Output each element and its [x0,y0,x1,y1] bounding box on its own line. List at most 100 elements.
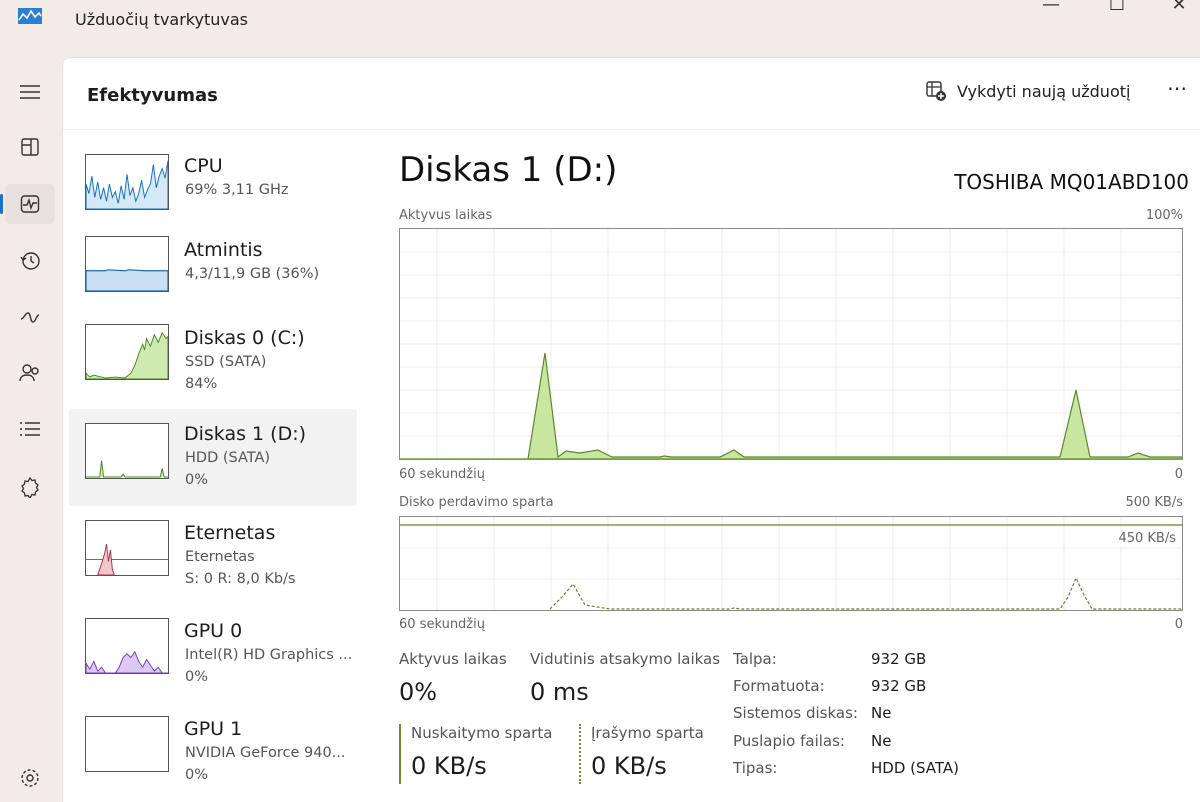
run-new-task-button[interactable]: Vykdyti naują užduotį [925,80,1130,102]
watermark: skelbiu.lt [1023,58,1138,83]
ethernet-thumbnail-graph [85,520,169,576]
device-item-gpu0[interactable]: GPU 0 Intel(R) HD Graphics ... 0% [69,606,357,703]
nav-performance[interactable] [5,184,55,224]
device-item-memory[interactable]: Atmintis 4,3/11,9 GB (36%) [69,226,357,323]
active-time-chart [400,229,1183,460]
services-icon [21,476,39,498]
nav-services[interactable] [5,467,55,507]
disk1-thumbnail-graph [85,423,169,479]
read-speed-value: 0 KB/s [411,752,487,780]
read-speed-marker [399,724,401,784]
nav-startup[interactable] [5,297,55,337]
nav-details[interactable] [5,409,55,449]
active-time-value: 0% [399,678,438,706]
prop-value: HDD (SATA) [871,759,960,777]
response-time-label: Vidutinis atsakymo laikas [530,650,721,668]
prop-label: Formatuota: [733,677,825,695]
read-speed-label: Nuskaitymo sparta [411,724,553,742]
graph2-time: 60 sekundžių [399,617,485,632]
transfer-rate-chart [400,517,1182,610]
response-time-value: 0 ms [530,678,589,706]
performance-icon [20,195,40,213]
device-sub-usage: S: 0 R: 8,0 Kb/s [185,571,296,587]
device-sub-usage: 0% [185,767,209,783]
menu-button[interactable] [5,72,55,112]
settings-icon [21,769,39,787]
device-sub: Eternetas [185,549,255,565]
page-title: Efektyvumas [87,85,218,106]
device-sub: 4,3/11,9 GB (36%) [185,266,320,282]
write-speed-marker [579,724,581,784]
device-sub: SSD (SATA) [185,354,267,370]
graph2-max: 500 KB/s [1125,495,1183,510]
prop-value: Ne [871,704,892,722]
prop-label: Tipas: [733,759,778,777]
device-name: Eternetas [184,522,276,544]
nav-processes[interactable] [5,127,55,167]
device-sub-usage: 84% [185,376,218,392]
graph1-min: 0 [1174,467,1183,482]
window-title: Užduočių tvarkytuvas [75,10,248,29]
gpu1-thumbnail-graph [85,716,169,772]
history-icon [20,252,40,270]
run-new-task-label: Vykdyti naują užduotį [957,81,1131,101]
device-name: CPU [184,155,223,177]
device-name: Diskas 0 (C:) [184,327,305,349]
close-button[interactable]: ✕ [1156,0,1200,22]
write-speed-value: 0 KB/s [591,752,667,780]
graph2-label: Disko perdavimo sparta [399,495,554,510]
nav-active-indicator [0,194,3,214]
disk-model: TOSHIBA MQ01ABD100 [954,170,1189,194]
device-sub-usage: 0% [185,472,209,488]
nav-app-history[interactable] [5,241,55,281]
write-speed-label: Įrašymo sparta [591,724,704,742]
device-name: GPU 0 [184,620,243,642]
nav-settings[interactable] [5,758,55,798]
device-sub: HDD (SATA) [185,450,271,466]
active-time-graph [399,228,1183,460]
users-icon [19,364,39,382]
device-item-gpu1[interactable]: GPU 1 NVIDIA GeForce 940... 0% [69,704,357,801]
more-options-button[interactable]: ⋯ [1167,76,1188,100]
memory-thumbnail-graph [85,236,169,292]
graph2-line-label: 450 KB/s [1118,531,1176,546]
menu-icon [20,85,40,99]
graph1-time: 60 sekundžių [399,467,485,482]
device-item-disk0[interactable]: Diskas 0 (C:) SSD (SATA) 84% [69,310,357,407]
prop-label: Sistemos diskas: [733,704,858,722]
device-item-ethernet[interactable]: Eternetas Eternetas S: 0 R: 8,0 Kb/s [69,508,357,605]
device-name: Diskas 1 (D:) [184,423,307,445]
title-bar: Užduočių tvarkytuvas — ☐ ✕ [0,0,1200,48]
graph1-label: Aktyvus laikas [399,208,493,223]
device-item-disk1[interactable]: Diskas 1 (D:) HDD (SATA) 0% [69,409,357,506]
device-name: Atmintis [184,239,263,261]
disk-title: Diskas 1 (D:) [399,150,618,190]
nav-rail [0,60,60,802]
prop-value: 932 GB [871,650,927,668]
cpu-thumbnail-graph [85,154,169,210]
prop-label: Puslapio failas: [733,732,845,750]
processes-icon [21,138,39,156]
device-sub-usage: 0% [185,669,209,685]
main-panel: Efektyvumas Vykdyti naują užduotį ⋯ skel… [62,57,1200,802]
new-task-icon [926,81,946,101]
gpu0-thumbnail-graph [85,618,169,674]
device-name: GPU 1 [184,718,243,740]
graph1-max: 100% [1145,208,1183,223]
prop-value: 932 GB [871,677,927,695]
minimize-button[interactable]: — [1028,0,1074,22]
prop-label: Talpa: [733,650,777,668]
disk0-thumbnail-graph [85,324,169,380]
graph2-min: 0 [1174,617,1183,632]
task-manager-icon [18,8,42,24]
nav-users[interactable] [5,353,55,393]
panel-header: Efektyvumas Vykdyti naują užduotį ⋯ skel… [63,58,1200,130]
prop-value: Ne [871,732,892,750]
details-icon [20,422,40,436]
device-sub: Intel(R) HD Graphics ... [185,647,353,663]
maximize-button[interactable]: ☐ [1094,0,1140,22]
device-sub: 69% 3,11 GHz [185,182,289,198]
startup-icon [20,312,40,323]
active-time-label: Aktyvus laikas [399,650,507,668]
device-sub: NVIDIA GeForce 940... [185,745,346,761]
